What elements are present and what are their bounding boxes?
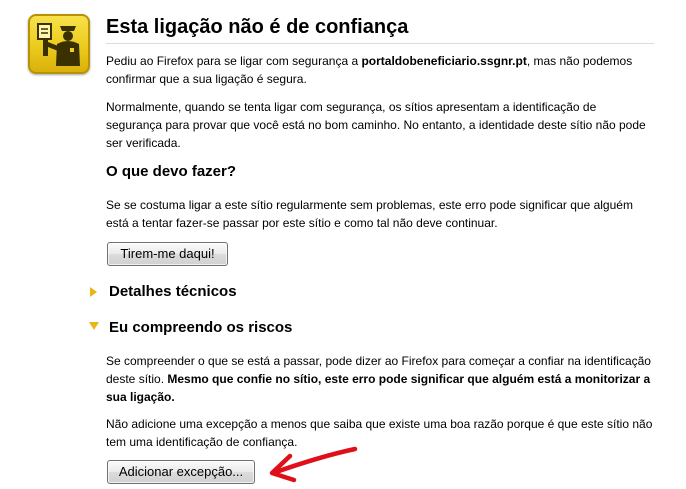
understand-risks-heading: Eu compreendo os riscos — [109, 319, 293, 336]
technical-details-toggle[interactable]: Detalhes técnicos — [86, 280, 246, 302]
security-officer-icon — [28, 14, 90, 74]
intro-paragraph: Pediu ao Firefox para se ligar com segur… — [106, 52, 654, 88]
get-me-out-button[interactable]: Tirem-me daqui! — [107, 242, 228, 266]
what-to-do-paragraph: Se se costuma ligar a este sítio regular… — [106, 198, 633, 230]
technical-details-heading: Detalhes técnicos — [109, 283, 237, 300]
risks-paragraph: Se compreender o que se está a passar, p… — [106, 352, 654, 406]
risks-warning-bold: Mesmo que confie no sítio, este erro pod… — [106, 372, 651, 404]
exception-warning-paragraph: Não adicione uma excepção a menos que sa… — [106, 417, 653, 449]
expand-arrow-icon — [90, 287, 97, 297]
intro-text-before: Pediu ao Firefox para se ligar com segur… — [106, 54, 362, 68]
understand-risks-toggle[interactable]: Eu compreendo os riscos — [86, 316, 306, 338]
what-to-do-heading: O que devo fazer? — [106, 163, 237, 180]
add-exception-button[interactable]: Adicionar excepção... — [107, 460, 255, 484]
red-arrow-annotation — [269, 446, 358, 483]
site-host: portaldobeneficiario.ssgnr.pt — [361, 54, 527, 68]
page-title: Esta ligação não é de confiança — [106, 14, 654, 44]
explanation-paragraph: Normalmente, quando se tenta ligar com s… — [106, 100, 646, 150]
collapse-arrow-icon — [89, 322, 99, 330]
